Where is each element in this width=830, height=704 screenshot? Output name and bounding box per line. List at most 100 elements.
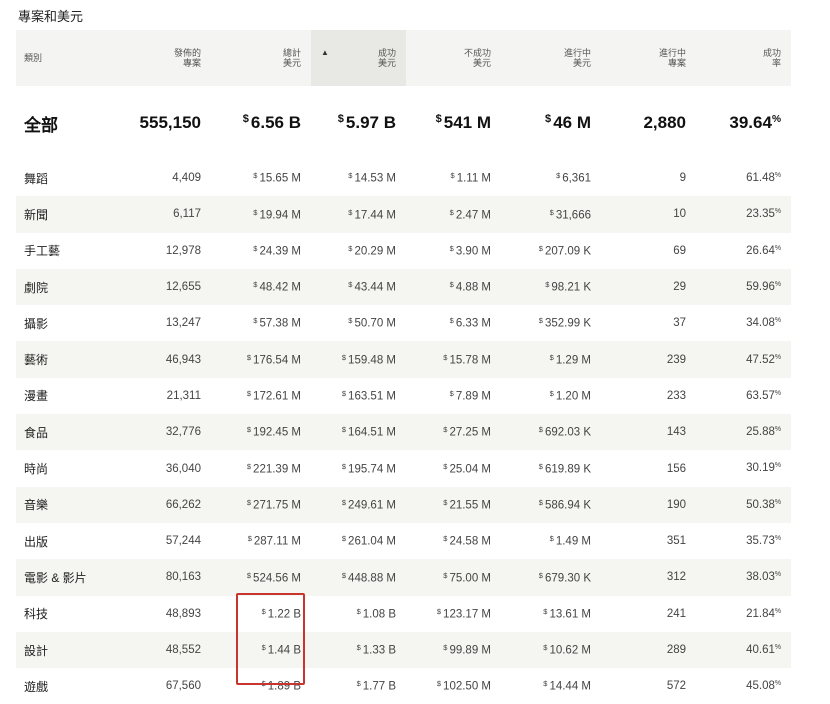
cell-launched: 57,244: [165, 535, 201, 548]
currency-symbol: $: [253, 207, 258, 217]
cell-success-rate: 21.84%: [746, 607, 781, 620]
cell-total-usd: $172.61 M: [246, 389, 301, 403]
currency-symbol: $: [341, 461, 347, 471]
cell-live-projects: 156: [666, 462, 686, 475]
currency-symbol: $: [443, 425, 448, 435]
cell-success-rate: 50.38%: [696, 486, 791, 523]
currency-symbol: $: [246, 425, 252, 435]
cell-category: 新聞: [16, 196, 116, 233]
column-header[interactable]: 類別: [16, 30, 116, 86]
cell-success-rate: 47.52%: [696, 341, 791, 378]
sort-ascending-icon: ▲: [321, 48, 329, 57]
cell-live-usd: $13.61 M: [543, 606, 591, 621]
cell-launched: 46,943: [116, 341, 211, 378]
cell-live-usd: $1.20 M: [549, 389, 591, 403]
cell-launched: 67,560: [165, 680, 201, 693]
table-row: 設計 48,552 $1.44 B $1.33 B $99.89 M $10.62 M 28…: [16, 631, 791, 669]
percent-symbol: %: [774, 426, 781, 434]
cell-total-usd: $287.11 M: [247, 534, 301, 548]
cell-unsuccessful-usd: $7.89 M: [449, 389, 491, 403]
currency-symbol: $: [348, 316, 353, 326]
table-row: 電影 & 影片 80,163 $524.56 M $448.88 M $75.00 M $…: [16, 559, 791, 596]
cell-live-usd: $1.29 M: [501, 341, 601, 378]
currency-symbol: $: [449, 280, 454, 290]
percent-symbol: %: [774, 389, 781, 397]
currency-symbol: $: [436, 606, 442, 616]
column-header[interactable]: 發佈的 專案: [116, 30, 211, 86]
currency-symbol: $: [253, 243, 258, 253]
cell-unsuccessful-usd: $27.25 M: [406, 414, 501, 451]
column-header-label: 進行中 美元: [563, 47, 591, 68]
currency-symbol: $: [246, 389, 252, 399]
cell-success-rate: 30.19%: [746, 462, 781, 475]
currency-symbol: $: [436, 679, 442, 689]
column-header[interactable]: 不成功 美元: [406, 30, 501, 86]
cell-success-rate: 38.03%: [696, 559, 791, 596]
currency-symbol: $: [545, 113, 552, 126]
table-row: 藝術 46,943 $176.54 M $159.48 M $15.78 M $1.29 …: [16, 341, 791, 378]
percent-symbol: %: [774, 208, 781, 216]
column-header[interactable]: 進行中 專案: [601, 30, 696, 86]
currency-symbol: $: [443, 461, 448, 471]
column-header[interactable]: ▲ 成功 美元: [311, 30, 406, 86]
cell-live-projects: 69: [673, 244, 686, 257]
column-header[interactable]: 總計 美元: [211, 30, 311, 86]
percent-symbol: %: [774, 172, 781, 180]
cell-unsuccessful-usd: $15.78 M: [406, 341, 501, 378]
currency-symbol: $: [538, 243, 543, 253]
currency-symbol: $: [543, 643, 548, 653]
percent-symbol: %: [774, 498, 781, 506]
currency-symbol: $: [543, 606, 548, 616]
currency-symbol: $: [549, 389, 554, 399]
cell-total-usd: $176.54 M: [211, 341, 311, 378]
table-row: 攝影 13,247 $57.38 M $50.70 M $6.33 M $352.99 K…: [16, 305, 791, 341]
column-header-label: 發佈的 專案: [173, 47, 201, 68]
cell-success-rate: 59.96%: [696, 268, 791, 306]
cell-successful-usd: $1.77 B: [356, 679, 396, 694]
table-row: 舞蹈 4,409 $15.65 M $14.53 M $1.11 M $6,361 9 61.…: [16, 160, 791, 196]
cell-successful-usd: $164.51 M: [311, 414, 406, 451]
table-row: 劇院 12,655 $48.42 M $43.44 M $4.88 M $98.21 K2…: [16, 268, 791, 306]
cell-successful-usd: $163.51 M: [341, 389, 396, 403]
cell-live-projects: 572: [666, 680, 686, 693]
cell-launched: 12,978: [165, 244, 201, 257]
cell-success-rate: 25.88%: [696, 414, 791, 451]
currency-symbol: $: [449, 389, 454, 399]
cell-live-usd: $679.30 K: [501, 559, 601, 596]
column-header[interactable]: 成功 率: [696, 30, 791, 86]
currency-symbol: $: [247, 534, 252, 544]
cell-successful-usd: $14.53 M: [348, 171, 396, 186]
cell-unsuccessful-usd: $4.88 M: [406, 268, 501, 306]
cell-unsuccessful-usd: $25.04 M: [443, 461, 491, 476]
cell-live-projects: 10: [601, 196, 696, 233]
cell-live-usd: $586.94 K: [501, 486, 601, 523]
cell-total-usd: $271.75 M: [211, 486, 311, 523]
cell-live-projects: 351: [666, 535, 686, 548]
cell-live-usd: $6,361: [556, 171, 591, 186]
total-row: 全部 555,150 $6.56 B $5.97 B $541 M $46 M …: [16, 86, 791, 160]
cell-success-rate: 34.08%: [746, 317, 781, 330]
table-row: 出版 57,244 $287.11 M $261.04 M $24.58 M $1.49 …: [16, 523, 791, 559]
column-header[interactable]: 進行中 美元: [501, 30, 601, 86]
cell-total-usd: $24.39 M: [253, 243, 301, 258]
cell-launched: 12,655: [116, 268, 211, 306]
cell-successful-usd: $261.04 M: [341, 534, 396, 548]
currency-symbol: $: [356, 606, 361, 616]
cell-success-rate: 61.48%: [746, 172, 781, 185]
currency-symbol: $: [549, 207, 554, 217]
cell-launched: 80,163: [116, 559, 211, 596]
cell-live-usd: $14.44 M: [543, 679, 591, 694]
currency-symbol: $: [443, 643, 448, 653]
cell-live-projects: 289: [601, 631, 696, 669]
percent-symbol: %: [771, 113, 781, 125]
currency-symbol: $: [538, 497, 543, 507]
percent-symbol: %: [774, 643, 781, 651]
currency-symbol: $: [545, 280, 550, 290]
cell-launched: 13,247: [165, 317, 201, 330]
currency-symbol: $: [443, 570, 448, 580]
cell-category: 科技: [24, 607, 49, 622]
cell-launched: 48,893: [165, 607, 201, 620]
currency-symbol: $: [246, 352, 252, 362]
cell-unsuccessful-usd: $21.55 M: [406, 486, 501, 523]
cell-category: 手工藝: [24, 244, 61, 259]
